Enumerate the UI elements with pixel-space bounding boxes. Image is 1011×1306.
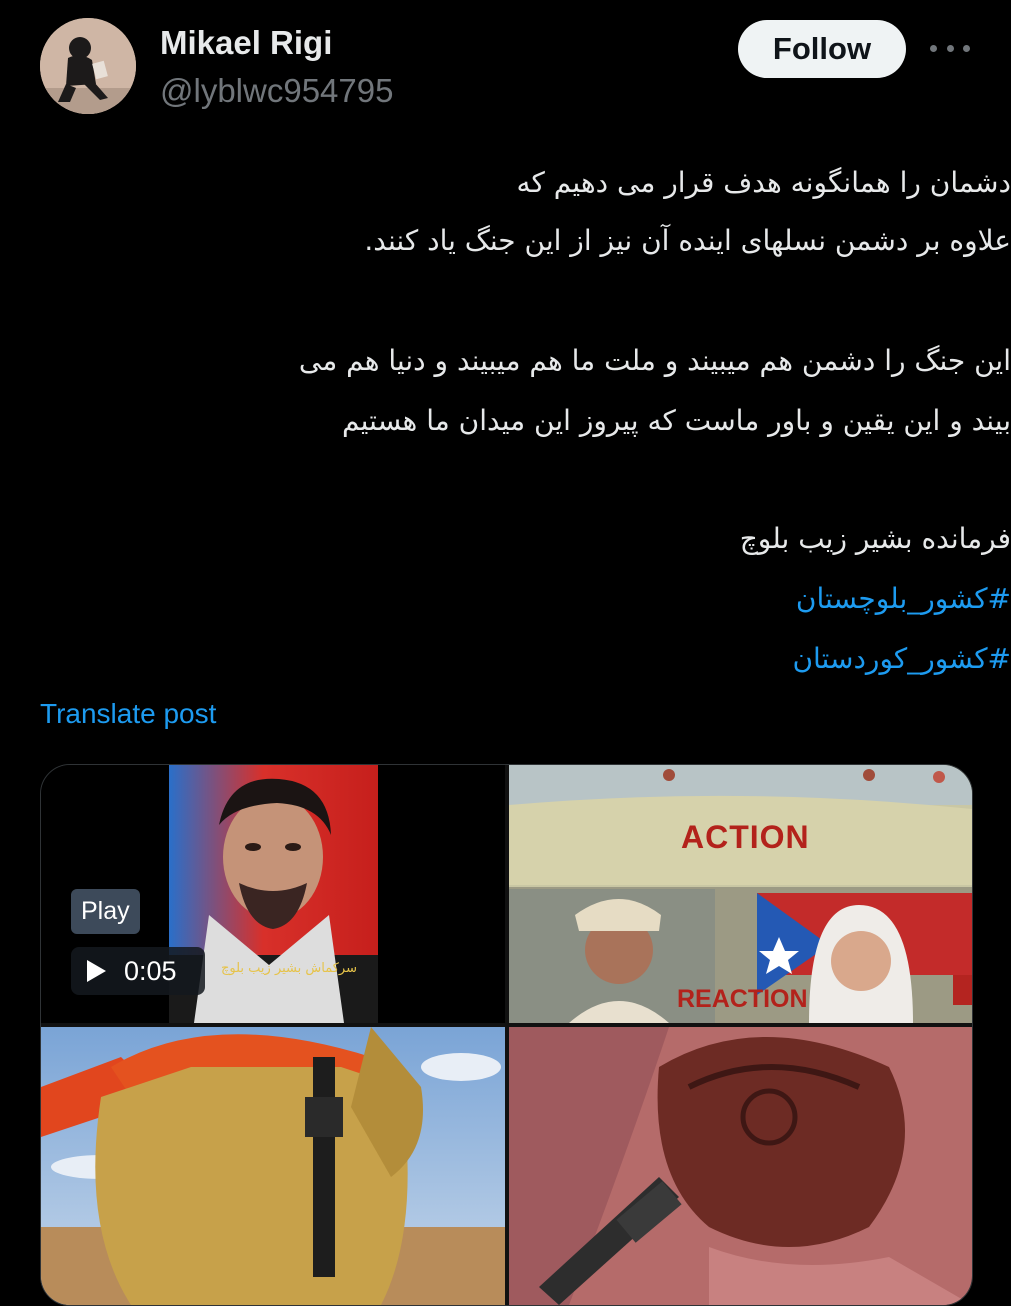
avatar-image [40, 18, 136, 114]
translate-post-link[interactable]: Translate post [40, 698, 216, 730]
more-options-icon[interactable] [930, 30, 970, 66]
follow-button[interactable]: Follow [738, 20, 906, 78]
dot [963, 44, 970, 52]
tweet-signature: فرمانده بشیر زیب بلوچ [739, 522, 1011, 555]
tweet-line: دشمان را همانگونه هدف قرار می دهیم که [516, 166, 1011, 199]
video-player[interactable]: سرکماش بشیر زیب بلوچ Play 0:05 [41, 765, 505, 1023]
media-image-hands[interactable] [509, 1027, 972, 1305]
reaction-text: REACTION [677, 985, 808, 1013]
fighter-image [41, 1027, 505, 1305]
author-handle[interactable]: @lyblwc954795 [160, 72, 393, 110]
hands-image [509, 1027, 972, 1305]
dot [930, 44, 937, 52]
tweet-line: این جنگ را دشمن هم میبیند و ملت ما هم می… [298, 344, 1011, 377]
author-name[interactable]: Mikael Rigi [160, 24, 332, 62]
avatar[interactable] [40, 18, 136, 114]
media-image-action-reaction[interactable]: ACTION REACTION [509, 765, 972, 1023]
action-text: ACTION [681, 819, 810, 855]
dot [946, 44, 954, 52]
play-button[interactable]: 0:05 [71, 947, 205, 995]
tweet-line: علاوه بر دشمن نسلهای اینده آن نیز از این… [364, 224, 1011, 257]
video-caption: سرکماش بشیر زیب بلوچ [221, 961, 357, 976]
hashtag-link[interactable]: #کشور_بلوچستان [80, 582, 1011, 615]
media-grid: سرکماش بشیر زیب بلوچ Play 0:05 ACTION RE… [40, 764, 973, 1306]
video-duration: 0:05 [124, 955, 177, 986]
hashtag-link[interactable]: #کشور_کوردستان [80, 642, 1011, 675]
tweet-line: بیند و این یقین و باور ماست که پیروز این… [342, 404, 1011, 437]
media-image-fighter[interactable] [41, 1027, 505, 1305]
play-tooltip: Play [71, 889, 140, 934]
play-icon [87, 960, 106, 982]
